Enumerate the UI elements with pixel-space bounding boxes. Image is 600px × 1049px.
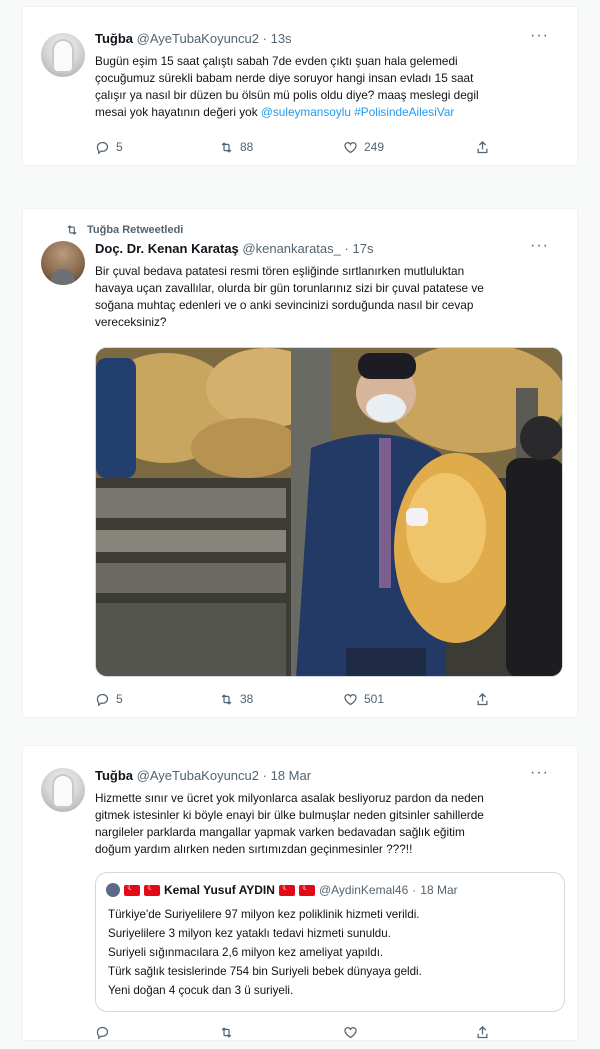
tweet-actions: 5 88 249 (95, 137, 557, 157)
heart-icon (344, 141, 357, 153)
author-handle[interactable]: @AyeTubaKoyuncu2 (137, 31, 259, 46)
turkey-flag-icon (298, 882, 315, 896)
tweet-header: Tuğba @AyeTubaKoyuncu2 · 18 Mar ··· (95, 764, 561, 788)
hashtag-link[interactable]: #PolisindeAilesiVar (354, 105, 454, 119)
quoted-author-name[interactable]: Kemal Yusuf AYDIN (164, 883, 275, 897)
quoted-text-line: Yeni doğan 4 çocuk dan 3 ü suriyeli. (108, 984, 294, 997)
tweet-text-line: gitmek istesinler ki böyle enayi bir ülk… (95, 808, 484, 822)
tweet-photo[interactable] (95, 347, 563, 677)
retweet-button[interactable]: 38 (219, 689, 343, 709)
reply-icon (96, 141, 109, 154)
share-icon (477, 692, 488, 705)
reply-button[interactable] (95, 1022, 219, 1042)
author-handle[interactable]: @kenankaratas_ (242, 241, 340, 256)
tweet-text: Hizmette sınır ve ücret yok milyonlarca … (95, 790, 563, 858)
turkey-flag-icon (144, 882, 160, 896)
tweet-actions: 5 38 501 (95, 689, 557, 709)
tweet-text-line: havaya uçan zavallılar, olurda bir gün t… (95, 281, 484, 295)
tweet-text-line: mesai yok hayatının değeri yok @suleyman… (95, 104, 563, 121)
retweet-icon (221, 1026, 232, 1038)
retweet-context: Tuğba Retweetledi (65, 223, 183, 237)
tweet-header: Tuğba @AyeTubaKoyuncu2 · 13s ··· (95, 27, 561, 51)
tweet-card[interactable]: Tuğba Retweetledi Doç. Dr. Kenan Karataş… (22, 208, 578, 718)
tweet-text-line: Bugün eşim 15 saat çalıştı sabah 7de evd… (95, 54, 458, 68)
author-handle[interactable]: @AyeTubaKoyuncu2 (137, 768, 259, 783)
tweet-card[interactable]: Tuğba @AyeTubaKoyuncu2 · 13s ··· Bugün e… (22, 6, 578, 166)
avatar[interactable] (41, 241, 85, 285)
tweet-text-line: çalışır ya nasıl bir düzen bu ölsün mü p… (95, 88, 479, 102)
author-name[interactable]: Tuğba (95, 768, 133, 783)
quoted-author-handle[interactable]: @AydinKemal46 (319, 883, 408, 897)
like-button[interactable]: 249 (343, 137, 475, 157)
more-options-icon[interactable]: ··· (530, 764, 549, 782)
tweet-text-fragment: mesai yok hayatının değeri yok (95, 105, 261, 119)
reply-icon (96, 693, 109, 706)
tweet-text: Bugün eşim 15 saat çalıştı sabah 7de evd… (95, 53, 563, 121)
reply-count: 5 (116, 692, 123, 706)
retweet-button[interactable]: 88 (219, 137, 343, 157)
like-count: 501 (364, 692, 385, 706)
reply-count: 5 (116, 140, 123, 154)
reply-button[interactable]: 5 (95, 689, 219, 709)
tweet-text-line: Hizmette sınır ve ücret yok milyonlarca … (95, 791, 484, 805)
quoted-text-line: Suriyeli sığınmacılara 2,6 milyon kez am… (108, 946, 384, 959)
share-button[interactable] (475, 689, 490, 709)
tweet-text-line: nargileler parklarda mangallar yapmak va… (95, 825, 465, 839)
timestamp[interactable]: 18 Mar (271, 768, 311, 783)
like-button[interactable] (343, 1022, 475, 1042)
retweet-icon (67, 225, 77, 235)
tweet-card[interactable]: Tuğba @AyeTubaKoyuncu2 · 18 Mar ··· Hizm… (22, 745, 578, 1041)
retweet-count: 38 (240, 692, 254, 706)
heart-icon (344, 693, 357, 705)
tweet-header: Doç. Dr. Kenan Karataş @kenankaratas_ · … (95, 237, 561, 261)
quoted-timestamp[interactable]: 18 Mar (420, 883, 457, 897)
retweet-count: 88 (240, 140, 254, 154)
turkey-flag-icon (278, 882, 295, 896)
quoted-text-line: Suriyelilere 3 milyon kez yataklı tedavi… (108, 927, 391, 940)
share-icon (477, 140, 488, 153)
share-icon (477, 1025, 488, 1038)
tweet-text: Bir çuval bedava patatesi resmi tören eş… (95, 263, 563, 331)
tweet-text-line: Bir çuval bedava patatesi resmi tören eş… (95, 264, 465, 278)
tweet-text-line: vereceksiniz? (95, 315, 167, 329)
photo-man-carrying-potato-sack-icon (96, 348, 562, 676)
tweet-text-line: soğana muhtaç edenleri ve o anki sevinci… (95, 298, 474, 312)
timestamp[interactable]: 17s (352, 241, 373, 256)
more-options-icon[interactable]: ··· (530, 27, 549, 45)
share-button[interactable] (475, 1022, 490, 1042)
tweet-text-line: doğum yardım alırken neden sırtımızdan g… (95, 842, 413, 856)
quoted-text-line: Türkiye'de Suriyelilere 97 milyon kez po… (108, 908, 420, 921)
separator-dot: · (262, 768, 267, 783)
separator-dot: · (344, 241, 349, 256)
share-button[interactable] (475, 137, 490, 157)
separator-dot: · (412, 883, 417, 897)
retweet-icon (221, 141, 232, 153)
separator-dot: · (262, 31, 267, 46)
quoted-tweet-text: Türkiye'de Suriyelilere 97 milyon kez po… (108, 905, 554, 1000)
turkey-flag-icon (124, 882, 140, 896)
avatar[interactable] (41, 33, 85, 77)
author-name[interactable]: Doç. Dr. Kenan Karataş (95, 241, 239, 256)
author-name[interactable]: Tuğba (95, 31, 133, 46)
more-options-icon[interactable]: ··· (530, 237, 549, 255)
quoted-text-line: Türk sağlık tesislerinde 754 bin Suriyel… (108, 965, 422, 978)
timestamp[interactable]: 13s (271, 31, 292, 46)
like-count: 249 (364, 140, 385, 154)
avatar[interactable] (106, 883, 120, 897)
heart-icon (344, 1026, 357, 1038)
retweet-context-label[interactable]: Tuğba Retweetledi (87, 224, 183, 236)
tweet-actions (95, 1022, 557, 1042)
quoted-tweet[interactable]: Kemal Yusuf AYDIN @AydinKemal46 · 18 Mar… (95, 872, 565, 1012)
retweet-icon (221, 693, 232, 705)
quoted-tweet-header: Kemal Yusuf AYDIN @AydinKemal46 · 18 Mar (106, 882, 458, 897)
avatar[interactable] (41, 768, 85, 812)
tweet-text-line: çocuğumuz sürekli babam nerde diye soruy… (95, 71, 474, 85)
mention-link[interactable]: @suleymansoylu (261, 105, 351, 119)
like-button[interactable]: 501 (343, 689, 475, 709)
retweet-button[interactable] (219, 1022, 343, 1042)
reply-icon (96, 1026, 109, 1039)
reply-button[interactable]: 5 (95, 137, 219, 157)
